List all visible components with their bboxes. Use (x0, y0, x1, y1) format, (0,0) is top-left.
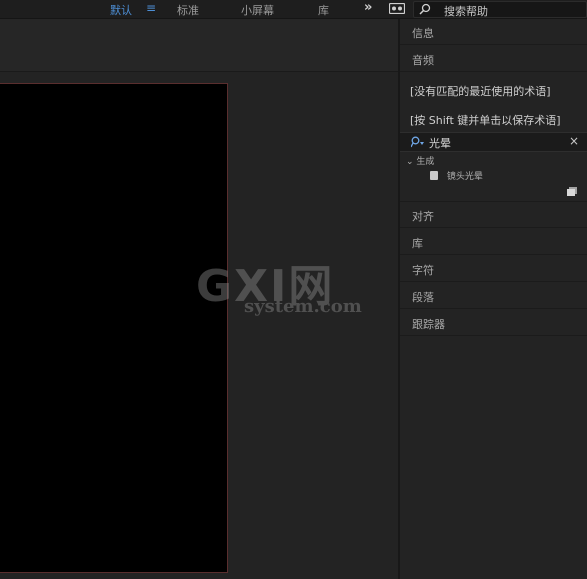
save-term-hint: [按 Shift 键并单击以保存术语] (410, 114, 561, 127)
right-panel-stack: 信息 音频 [没有匹配的最近使用的术语] [按 Shift 键并单击以保存术语]… (400, 19, 587, 579)
effect-category-label: 生成 (416, 157, 435, 167)
libraries-panel-header[interactable]: 库 (400, 229, 587, 255)
effect-icon (430, 171, 438, 180)
search-filter-icon (411, 136, 424, 148)
chevron-down-icon: ⌄ (406, 157, 414, 167)
character-panel-header[interactable]: 字符 (400, 256, 587, 282)
audio-panel-header[interactable]: 音频 (400, 46, 587, 72)
search-icon (419, 3, 431, 15)
effect-category-generate[interactable]: ⌄ 生成 (406, 154, 434, 167)
help-search-field[interactable]: 搜索帮助 (413, 1, 587, 18)
paragraph-panel-label: 段落 (412, 291, 434, 304)
align-panel-label: 对齐 (412, 210, 434, 223)
viewer-header (0, 19, 398, 72)
no-recent-terms-hint: [没有匹配的最近使用的术语] (410, 85, 551, 98)
effect-item-label: 镜头光晕 (446, 172, 483, 182)
align-panel-header[interactable]: 对齐 (400, 202, 587, 228)
sync-settings-icon[interactable] (389, 3, 405, 14)
tracker-panel-label: 跟踪器 (412, 318, 445, 331)
clear-search-icon[interactable]: × (569, 134, 579, 148)
effect-item-lens-flare[interactable]: 镜头光晕 (430, 169, 483, 182)
audio-panel-label: 音频 (412, 54, 434, 67)
effects-search-value: 光晕 (429, 137, 451, 150)
character-panel-label: 字符 (412, 264, 434, 277)
workspace-tab-standard[interactable]: 标准 (177, 2, 199, 18)
info-panel-label: 信息 (412, 27, 434, 40)
paragraph-panel-header[interactable]: 段落 (400, 283, 587, 309)
tracker-panel-header[interactable]: 跟踪器 (400, 310, 587, 336)
more-workspaces-icon[interactable]: » (364, 0, 372, 15)
effects-search-field[interactable]: 光晕 × (400, 132, 587, 152)
workspace-bar: 默认 ≡ 标准 小屏幕 库 » 搜索帮助 (0, 0, 587, 19)
workspace-menu-icon[interactable]: ≡ (146, 1, 156, 15)
workspace-tab-libraries[interactable]: 库 (318, 2, 329, 18)
composition-canvas[interactable] (0, 83, 228, 573)
libraries-panel-label: 库 (412, 237, 423, 250)
info-panel-header[interactable]: 信息 (400, 19, 587, 45)
workspace-tab-small-screen[interactable]: 小屏幕 (241, 2, 274, 18)
workspace-tab-default[interactable]: 默认 (110, 2, 132, 18)
new-preset-icon[interactable] (567, 187, 577, 196)
help-search-placeholder: 搜索帮助 (444, 5, 488, 18)
